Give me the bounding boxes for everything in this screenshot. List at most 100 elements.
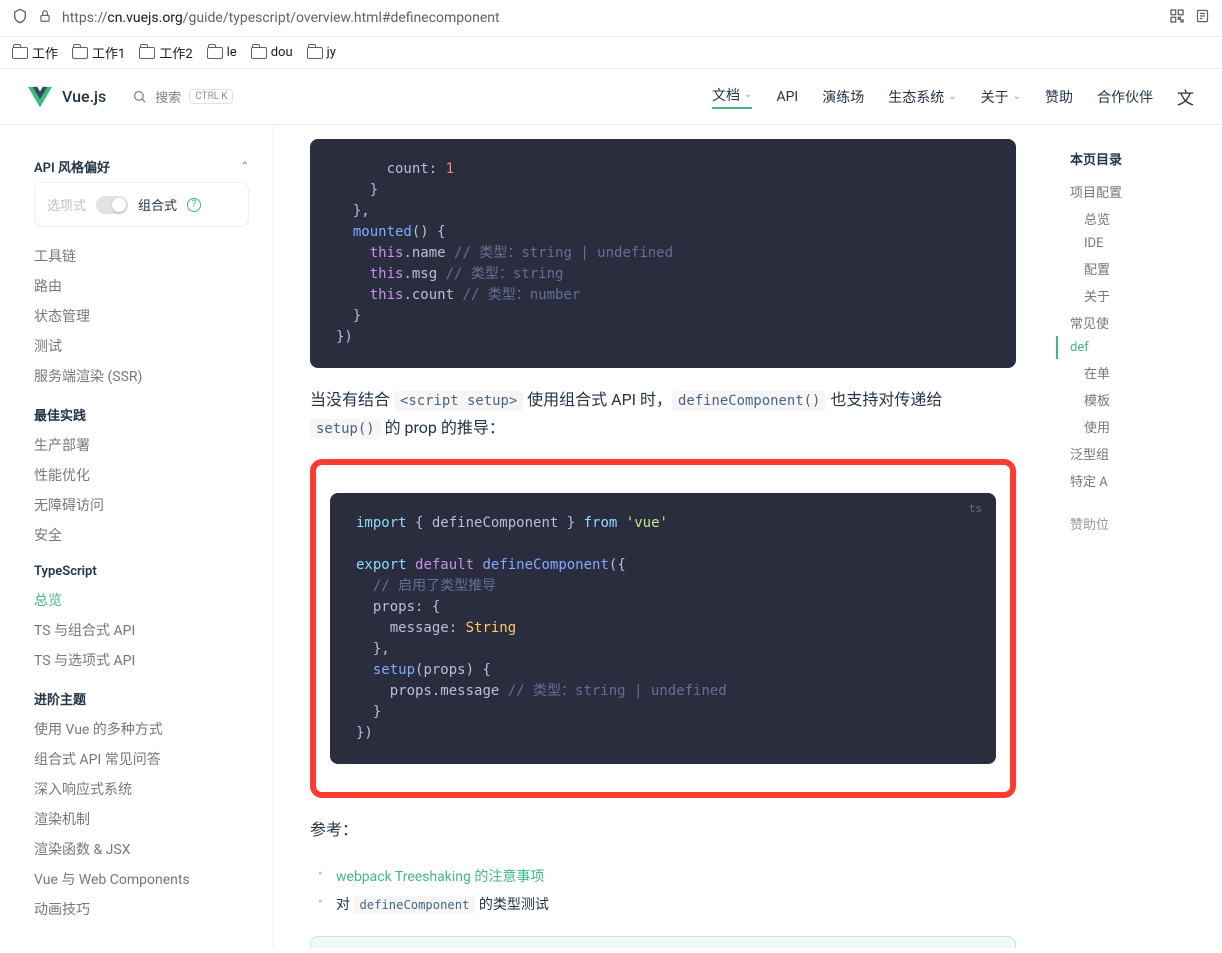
ref-heading: 参考： bbox=[310, 816, 1016, 843]
language-icon[interactable]: 文 bbox=[1177, 84, 1194, 109]
tip-box: iTIP defineComponent() 也支持对纯 JavaScript … bbox=[310, 936, 1016, 949]
search-box[interactable]: 搜索 CTRL K bbox=[132, 83, 233, 110]
sidebar-section-title: TypeScript bbox=[34, 564, 249, 579]
code-lang-label: ts bbox=[969, 501, 982, 518]
nav-item[interactable]: 生态系统⌄ bbox=[888, 87, 956, 107]
reader-icon[interactable] bbox=[1195, 8, 1210, 28]
main-content: count: 1 } }, mounted() { this.name // 类… bbox=[274, 125, 1052, 948]
toggle-switch[interactable] bbox=[96, 196, 128, 214]
help-icon[interactable]: ? bbox=[187, 198, 201, 212]
browser-url-bar: https://cn.vuejs.org/guide/typescript/ov… bbox=[0, 0, 1222, 37]
toc-item[interactable]: def bbox=[1056, 336, 1222, 359]
inline-code-definecomponent-2: defineComponent bbox=[353, 896, 475, 914]
inline-code-setup: setup() bbox=[310, 419, 381, 439]
ref-item-1: webpack Treeshaking 的注意事项 bbox=[326, 862, 1016, 890]
toc-item[interactable]: 特定 A bbox=[1070, 467, 1222, 494]
bookmark-folder[interactable]: dou bbox=[251, 45, 293, 60]
lock-icon[interactable] bbox=[38, 9, 52, 27]
page-toc: 本页目录 项目配置总览IDE配置关于常见使def在单模板使用泛型组特定 A 赞助… bbox=[1052, 125, 1222, 948]
site-header: Vue.js 搜索 CTRL K 文档⌄ API 演练场 生态系统⌄ 关于⌄ 赞助 合作伙伴… bbox=[0, 69, 1222, 125]
search-placeholder: 搜索 bbox=[155, 87, 181, 106]
toc-item[interactable]: 模板 bbox=[1070, 386, 1222, 413]
inline-code-definecomponent: defineComponent() bbox=[672, 391, 826, 411]
toc-title: 本页目录 bbox=[1070, 149, 1222, 168]
sidebar-item[interactable]: 总览 bbox=[34, 585, 249, 615]
toc-item[interactable]: 项目配置 bbox=[1070, 178, 1222, 205]
nav-item[interactable]: 关于⌄ bbox=[981, 87, 1021, 107]
sidebar-item[interactable]: 组合式 API 常见问答 bbox=[34, 744, 249, 774]
search-shortcut: CTRL K bbox=[189, 89, 233, 104]
qr-icon[interactable] bbox=[1169, 8, 1185, 28]
option-options-api[interactable]: 选项式 bbox=[47, 195, 86, 214]
sidebar-section-title: 进阶主题 bbox=[34, 689, 249, 708]
folder-icon bbox=[139, 47, 155, 59]
bookmarks-bar: 工作工作1 工作2 ledoujy bbox=[0, 37, 1222, 69]
toc-item[interactable]: 泛型组 bbox=[1070, 440, 1222, 467]
chevron-down-icon: ⌄ bbox=[744, 89, 752, 100]
api-preference-title: API 风格偏好 ⌃ bbox=[34, 157, 249, 176]
sidebar: API 风格偏好 ⌃ 选项式 组合式 ? 工具链路由状态管理测试服务端渲染 (S… bbox=[0, 125, 274, 948]
folder-icon bbox=[12, 47, 28, 59]
toc-item[interactable]: IDE bbox=[1070, 232, 1222, 255]
sidebar-item[interactable]: 性能优化 bbox=[34, 460, 249, 490]
chevron-down-icon: ⌄ bbox=[948, 91, 956, 102]
nav-item[interactable]: API bbox=[776, 89, 798, 105]
api-preference-toggle[interactable]: 选项式 组合式 ? bbox=[34, 182, 249, 227]
vue-logo-icon bbox=[28, 85, 52, 109]
nav-item[interactable]: 合作伙伴 bbox=[1097, 87, 1153, 107]
sidebar-item[interactable]: 渲染函数 & JSX bbox=[34, 834, 249, 864]
sidebar-item[interactable]: 测试 bbox=[34, 331, 249, 361]
toc-item[interactable]: 总览 bbox=[1070, 205, 1222, 232]
shield-icon[interactable] bbox=[12, 8, 28, 28]
sidebar-item[interactable]: 安全 bbox=[34, 520, 249, 550]
sidebar-item[interactable]: 深入响应式系统 bbox=[34, 774, 249, 804]
sidebar-item[interactable]: 服务端渲染 (SSR) bbox=[34, 361, 249, 391]
nav-item[interactable]: 文档⌄ bbox=[712, 85, 752, 109]
option-composition-api[interactable]: 组合式 bbox=[138, 195, 177, 214]
chevron-up-icon[interactable]: ⌃ bbox=[241, 161, 249, 172]
code-block-2: ts import { defineComponent } from 'vue'… bbox=[330, 493, 996, 764]
inline-code-script-setup: <script setup> bbox=[394, 391, 523, 411]
toc-item[interactable]: 使用 bbox=[1070, 413, 1222, 440]
reference-list: webpack Treeshaking 的注意事项 对 defineCompon… bbox=[310, 862, 1016, 918]
bookmark-folder[interactable]: 工作 bbox=[12, 43, 58, 62]
main-nav: 文档⌄ API 演练场 生态系统⌄ 关于⌄ 赞助 合作伙伴 文 bbox=[712, 84, 1194, 109]
folder-icon bbox=[307, 47, 323, 59]
sidebar-item[interactable]: 状态管理 bbox=[34, 301, 249, 331]
bookmark-folder[interactable]: 工作2 bbox=[139, 43, 192, 62]
highlighted-code-box: ts import { defineComponent } from 'vue'… bbox=[310, 459, 1016, 798]
folder-icon bbox=[251, 47, 267, 59]
bookmark-folder[interactable]: jy bbox=[307, 45, 336, 60]
bookmark-folder[interactable]: 工作1 bbox=[72, 43, 125, 62]
bookmark-folder[interactable]: le bbox=[207, 45, 237, 60]
toc-item[interactable]: 常见使 bbox=[1070, 309, 1222, 336]
sidebar-item[interactable]: 动画技巧 bbox=[34, 894, 249, 924]
ref-item-2: 对 defineComponent 的类型测试 bbox=[326, 890, 1016, 918]
folder-icon bbox=[72, 47, 88, 59]
chevron-down-icon: ⌄ bbox=[1013, 91, 1021, 102]
sidebar-item[interactable]: Vue 与 Web Components bbox=[34, 864, 249, 894]
logo[interactable]: Vue.js bbox=[28, 85, 106, 109]
link-webpack-treeshaking[interactable]: webpack Treeshaking 的注意事项 bbox=[336, 869, 544, 885]
folder-icon bbox=[207, 47, 223, 59]
sidebar-section-title: 最佳实践 bbox=[34, 405, 249, 424]
sidebar-item[interactable]: 路由 bbox=[34, 271, 249, 301]
sidebar-item[interactable]: 生产部署 bbox=[34, 430, 249, 460]
search-icon bbox=[132, 89, 147, 104]
sidebar-item[interactable]: TS 与组合式 API bbox=[34, 615, 249, 645]
sidebar-item[interactable]: 使用 Vue 的多种方式 bbox=[34, 714, 249, 744]
toc-item[interactable]: 在单 bbox=[1070, 359, 1222, 386]
toc-sponsor-heading: 赞助位 bbox=[1070, 514, 1222, 533]
logo-text: Vue.js bbox=[62, 87, 106, 106]
toc-item[interactable]: 配置 bbox=[1070, 255, 1222, 282]
sidebar-item[interactable]: 工具链 bbox=[34, 241, 249, 271]
toc-item[interactable]: 关于 bbox=[1070, 282, 1222, 309]
sidebar-item[interactable]: 无障碍访问 bbox=[34, 490, 249, 520]
sidebar-item[interactable]: TS 与选项式 API bbox=[34, 645, 249, 675]
paragraph-1: 当没有结合 <script setup> 使用组合式 API 时，defineC… bbox=[310, 386, 1016, 441]
url-text[interactable]: https://cn.vuejs.org/guide/typescript/ov… bbox=[62, 10, 1159, 26]
nav-item[interactable]: 演练场 bbox=[822, 87, 864, 107]
code-block-1: count: 1 } }, mounted() { this.name // 类… bbox=[310, 139, 1016, 368]
sidebar-item[interactable]: 渲染机制 bbox=[34, 804, 249, 834]
nav-item[interactable]: 赞助 bbox=[1045, 87, 1073, 107]
